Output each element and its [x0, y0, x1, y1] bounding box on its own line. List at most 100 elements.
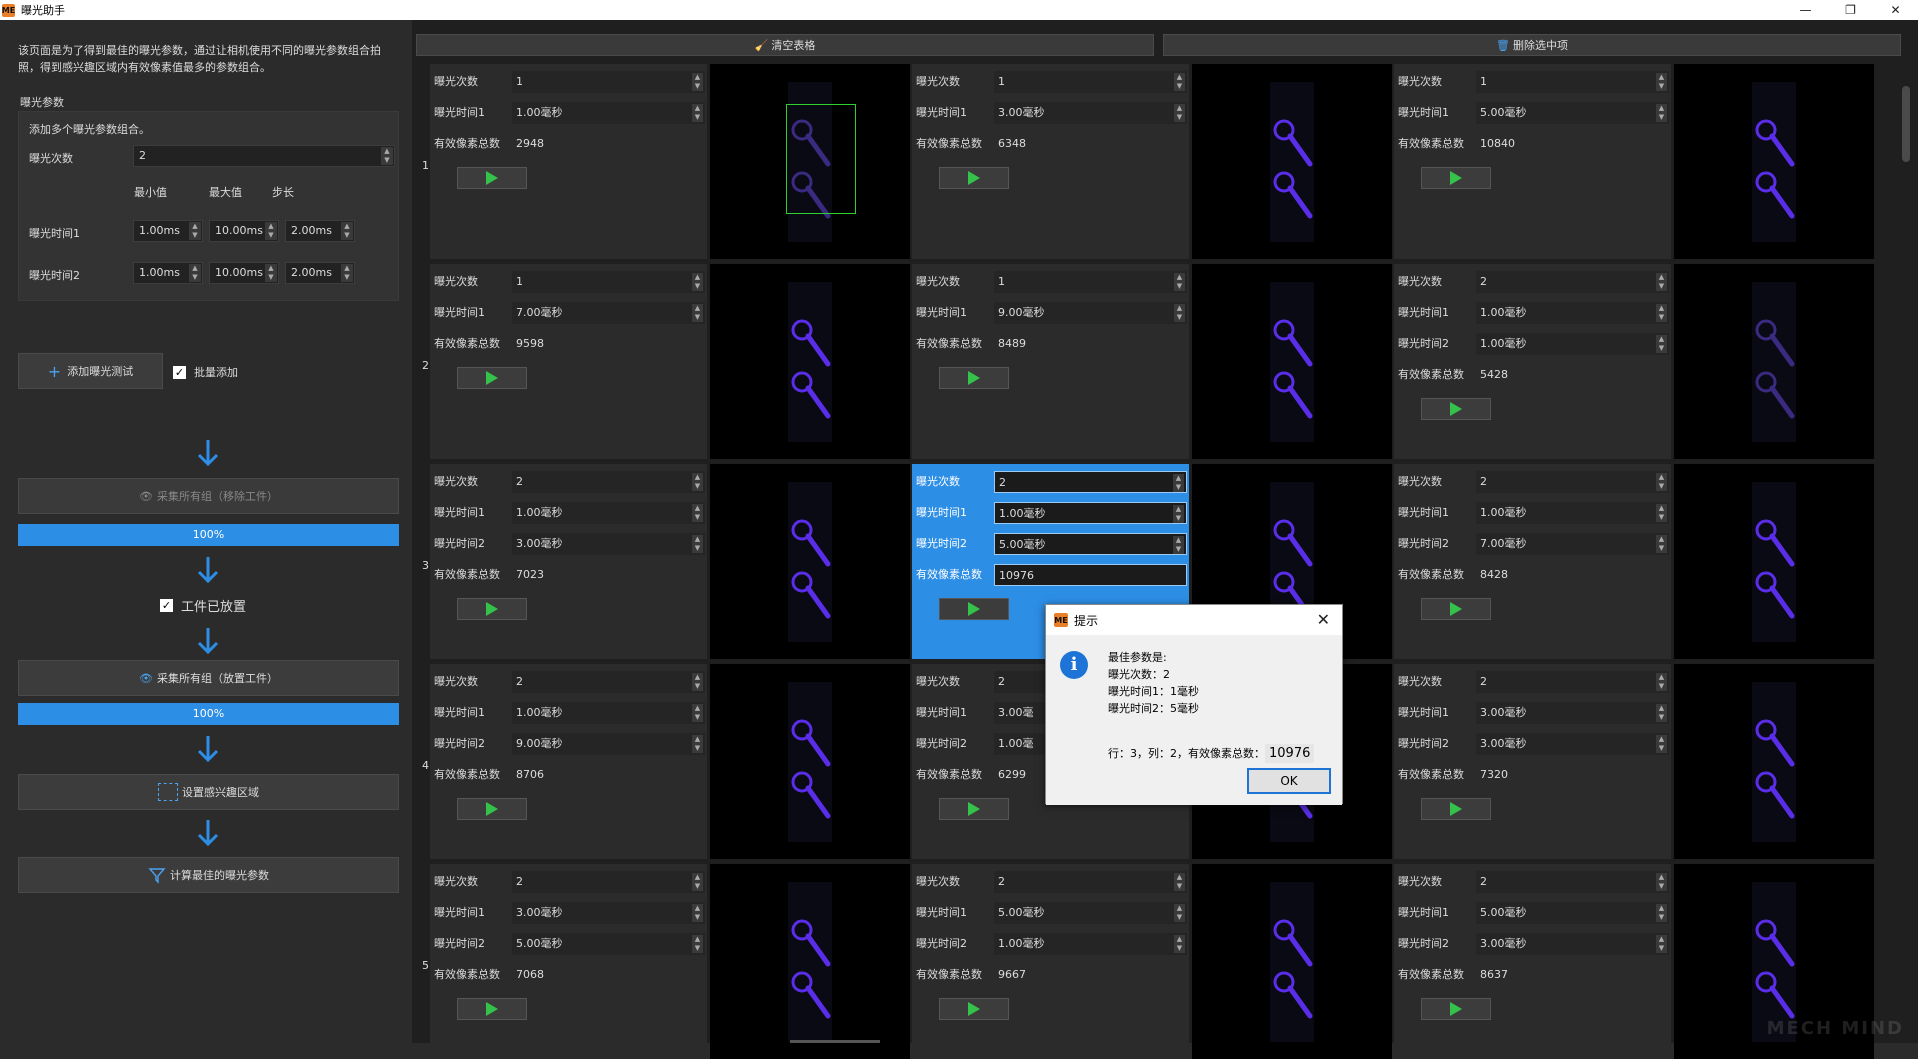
time2-field[interactable]: 曝光时间2 5.00毫秒 ▲ ▼ [914, 532, 1189, 556]
spin-arrows-icon[interactable]: ▲▼ [1656, 335, 1667, 353]
spin-arrows-icon[interactable]: ▲▼ [341, 264, 353, 282]
spin-arrows-icon[interactable]: ▲▼ [1174, 873, 1185, 891]
play-button[interactable] [939, 598, 1009, 620]
result-cell[interactable]: 曝光次数 1 ▲ ▼ 曝光时间1 9.00毫秒 ▲ ▼ 有效像素总数 8489 [912, 264, 1189, 459]
count-field[interactable]: 曝光次数 1 ▲ ▼ [914, 270, 1189, 294]
play-button[interactable] [939, 367, 1009, 389]
play-button[interactable] [939, 167, 1009, 189]
result-cell[interactable]: 曝光次数 1 ▲ ▼ 曝光时间1 1.00毫秒 ▲ ▼ 有效像素总数 2948 [430, 64, 707, 259]
play-button[interactable] [457, 798, 527, 820]
count-field[interactable]: 曝光次数 2 ▲▼ [1396, 670, 1671, 694]
spin-arrows-icon[interactable]: ▲▼ [1174, 904, 1185, 922]
capture-remove-workpiece-button[interactable]: 👁 采集所有组（移除工件） [18, 478, 399, 514]
ok-button[interactable]: OK [1247, 768, 1331, 794]
vertical-scrollbar[interactable] [1902, 86, 1910, 162]
spin-arrows-icon[interactable]: ▲▼ [1656, 735, 1667, 753]
spin-arrows-icon[interactable]: ▲▼ [189, 264, 201, 282]
spin-arrows-icon[interactable]: ▲▼ [692, 673, 703, 691]
count-field[interactable]: 曝光次数 2 ▲▼ [432, 870, 707, 894]
play-button[interactable] [939, 798, 1009, 820]
spin-arrows-icon[interactable]: ▲▼ [1656, 473, 1667, 491]
time2-min-spinbox[interactable]: 1.00ms ▲ ▼ [133, 262, 203, 284]
spin-arrows-icon[interactable]: ▲▼ [1173, 536, 1184, 554]
count-field[interactable]: 曝光次数 2 ▲▼ [432, 670, 707, 694]
play-button[interactable] [457, 367, 527, 389]
spin-arrows-icon[interactable]: ▲▼ [692, 73, 703, 91]
spin-arrows-icon[interactable]: ▲▼ [1174, 304, 1185, 322]
play-button[interactable] [939, 998, 1009, 1020]
clear-table-button[interactable]: 🧹 清空表格 [416, 34, 1154, 56]
spin-arrows-icon[interactable]: ▲▼ [381, 147, 393, 165]
time1-field[interactable]: 曝光时间1 3.00毫秒 ▲ ▼ [432, 901, 707, 925]
play-button[interactable] [1421, 998, 1491, 1020]
time1-field[interactable]: 曝光时间1 1.00毫秒 ▲ ▼ [914, 501, 1189, 525]
spin-arrows-icon[interactable]: ▲▼ [1656, 304, 1667, 322]
count-field[interactable]: 曝光次数 2 ▲▼ [1396, 870, 1671, 894]
result-cell[interactable]: 曝光次数 2 ▲ ▼ 曝光时间1 1.00毫秒 ▲ ▼ 曝光时间2 9.00毫秒 ▲ ▼ 有效像素总数 8… [430, 664, 707, 859]
count-field[interactable]: 曝光次数 1 ▲ ▼ [1396, 70, 1671, 94]
time1-field[interactable]: 曝光时间1 3.00毫秒 ▲ ▼ [1396, 701, 1671, 725]
spin-arrows-icon[interactable]: ▲▼ [1656, 704, 1667, 722]
time2-max-spinbox[interactable]: 10.00ms ▲ ▼ [209, 262, 279, 284]
time1-field[interactable]: 曝光时间1 7.00毫秒 ▲ ▼ [432, 301, 707, 325]
spin-arrows-icon[interactable]: ▲▼ [1173, 505, 1184, 523]
result-cell[interactable]: 曝光次数 2 ▲ ▼ 曝光时间1 1.00毫秒 ▲ ▼ 曝光时间2 7.00毫秒 ▲ ▼ 有效像素总数 8… [1394, 464, 1671, 659]
add-exposure-test-button[interactable]: + 添加曝光测试 [18, 353, 163, 389]
spin-arrows-icon[interactable]: ▲▼ [692, 304, 703, 322]
spin-arrows-icon[interactable]: ▲▼ [1174, 935, 1185, 953]
result-cell[interactable]: 曝光次数 1 ▲ ▼ 曝光时间1 7.00毫秒 ▲ ▼ 有效像素总数 9598 [430, 264, 707, 459]
play-button[interactable] [1421, 167, 1491, 189]
count-field[interactable]: 曝光次数 2 ▲▼ [1396, 470, 1671, 494]
spin-arrows-icon[interactable]: ▲▼ [1174, 73, 1185, 91]
time1-field[interactable]: 曝光时间1 9.00毫秒 ▲ ▼ [914, 301, 1189, 325]
time1-field[interactable]: 曝光时间1 1.00毫秒 ▲ ▼ [432, 701, 707, 725]
time2-step-spinbox[interactable]: 2.00ms ▲ ▼ [285, 262, 355, 284]
spin-arrows-icon[interactable]: ▲▼ [1656, 535, 1667, 553]
time1-min-spinbox[interactable]: 1.00ms ▲ ▼ [133, 220, 203, 242]
time1-field[interactable]: 曝光时间1 1.00毫秒 ▲ ▼ [432, 501, 707, 525]
calculate-best-button[interactable]: 计算最佳的曝光参数 [18, 857, 399, 893]
set-roi-button[interactable]: 设置感兴趣区域 [18, 774, 399, 810]
spin-arrows-icon[interactable]: ▲▼ [692, 935, 703, 953]
spin-arrows-icon[interactable]: ▲▼ [1173, 474, 1184, 492]
delete-selected-button[interactable]: 🗑 删除选中项 [1163, 34, 1901, 56]
count-field[interactable]: 曝光次数 1 ▲ ▼ [914, 70, 1189, 94]
count-field[interactable]: 曝光次数 2 ▲▼ [432, 470, 707, 494]
result-cell[interactable]: 曝光次数 1 ▲ ▼ 曝光时间1 3.00毫秒 ▲ ▼ 有效像素总数 6348 [912, 64, 1189, 259]
spin-arrows-icon[interactable]: ▲▼ [265, 264, 277, 282]
result-cell[interactable]: 曝光次数 2 ▲ ▼ 曝光时间1 5.00毫秒 ▲ ▼ 曝光时间2 1.00毫秒 ▲ ▼ 有效像素总数 9… [912, 864, 1189, 1059]
time2-field[interactable]: 曝光时间2 5.00毫秒 ▲ ▼ [432, 932, 707, 956]
time1-field[interactable]: 曝光时间1 3.00毫秒 ▲ ▼ [914, 101, 1189, 125]
spin-arrows-icon[interactable]: ▲▼ [341, 222, 353, 240]
spin-arrows-icon[interactable]: ▲▼ [265, 222, 277, 240]
spin-arrows-icon[interactable]: ▲▼ [1656, 104, 1667, 122]
time2-field[interactable]: 曝光时间2 7.00毫秒 ▲ ▼ [1396, 532, 1671, 556]
play-button[interactable] [457, 598, 527, 620]
spin-arrows-icon[interactable]: ▲▼ [1656, 904, 1667, 922]
capture-place-workpiece-button[interactable]: 👁 采集所有组（放置工件） [18, 660, 399, 696]
time2-field[interactable]: 曝光时间2 9.00毫秒 ▲ ▼ [432, 732, 707, 756]
maximize-button[interactable]: ❐ [1828, 0, 1873, 20]
time1-field[interactable]: 曝光时间1 1.00毫秒 ▲ ▼ [1396, 501, 1671, 525]
play-button[interactable] [457, 167, 527, 189]
spin-arrows-icon[interactable]: ▲▼ [692, 735, 703, 753]
result-cell[interactable]: 曝光次数 2 ▲ ▼ 曝光时间1 3.00毫秒 ▲ ▼ 曝光时间2 5.00毫秒 ▲ ▼ 有效像素总数 7… [430, 864, 707, 1059]
time1-max-spinbox[interactable]: 10.00ms ▲ ▼ [209, 220, 279, 242]
spin-arrows-icon[interactable]: ▲▼ [1656, 873, 1667, 891]
play-button[interactable] [1421, 798, 1491, 820]
result-cell[interactable]: 曝光次数 2 ▲ ▼ 曝光时间1 1.00毫秒 ▲ ▼ 曝光时间2 1.00毫秒 ▲ ▼ 有效像素总数 5… [1394, 264, 1671, 459]
time1-field[interactable]: 曝光时间1 1.00毫秒 ▲ ▼ [1396, 301, 1671, 325]
result-cell[interactable]: 曝光次数 1 ▲ ▼ 曝光时间1 5.00毫秒 ▲ ▼ 有效像素总数 10840 [1394, 64, 1671, 259]
spin-arrows-icon[interactable]: ▲▼ [1174, 273, 1185, 291]
batch-add-checkbox[interactable]: ✓ 批量添加 [173, 364, 238, 380]
spin-arrows-icon[interactable]: ▲▼ [692, 704, 703, 722]
time2-field[interactable]: 曝光时间2 3.00毫秒 ▲ ▼ [432, 532, 707, 556]
minimize-button[interactable]: — [1783, 0, 1828, 20]
count-field[interactable]: 曝光次数 2 ▲▼ [1396, 270, 1671, 294]
count-field[interactable]: 曝光次数 1 ▲ ▼ [432, 270, 707, 294]
spin-arrows-icon[interactable]: ▲▼ [692, 904, 703, 922]
time1-field[interactable]: 曝光时间1 5.00毫秒 ▲ ▼ [1396, 101, 1671, 125]
spin-arrows-icon[interactable]: ▲▼ [1656, 73, 1667, 91]
count-field[interactable]: 曝光次数 2 ▲▼ [914, 470, 1189, 494]
count-field[interactable]: 曝光次数 1 ▲ ▼ [432, 70, 707, 94]
